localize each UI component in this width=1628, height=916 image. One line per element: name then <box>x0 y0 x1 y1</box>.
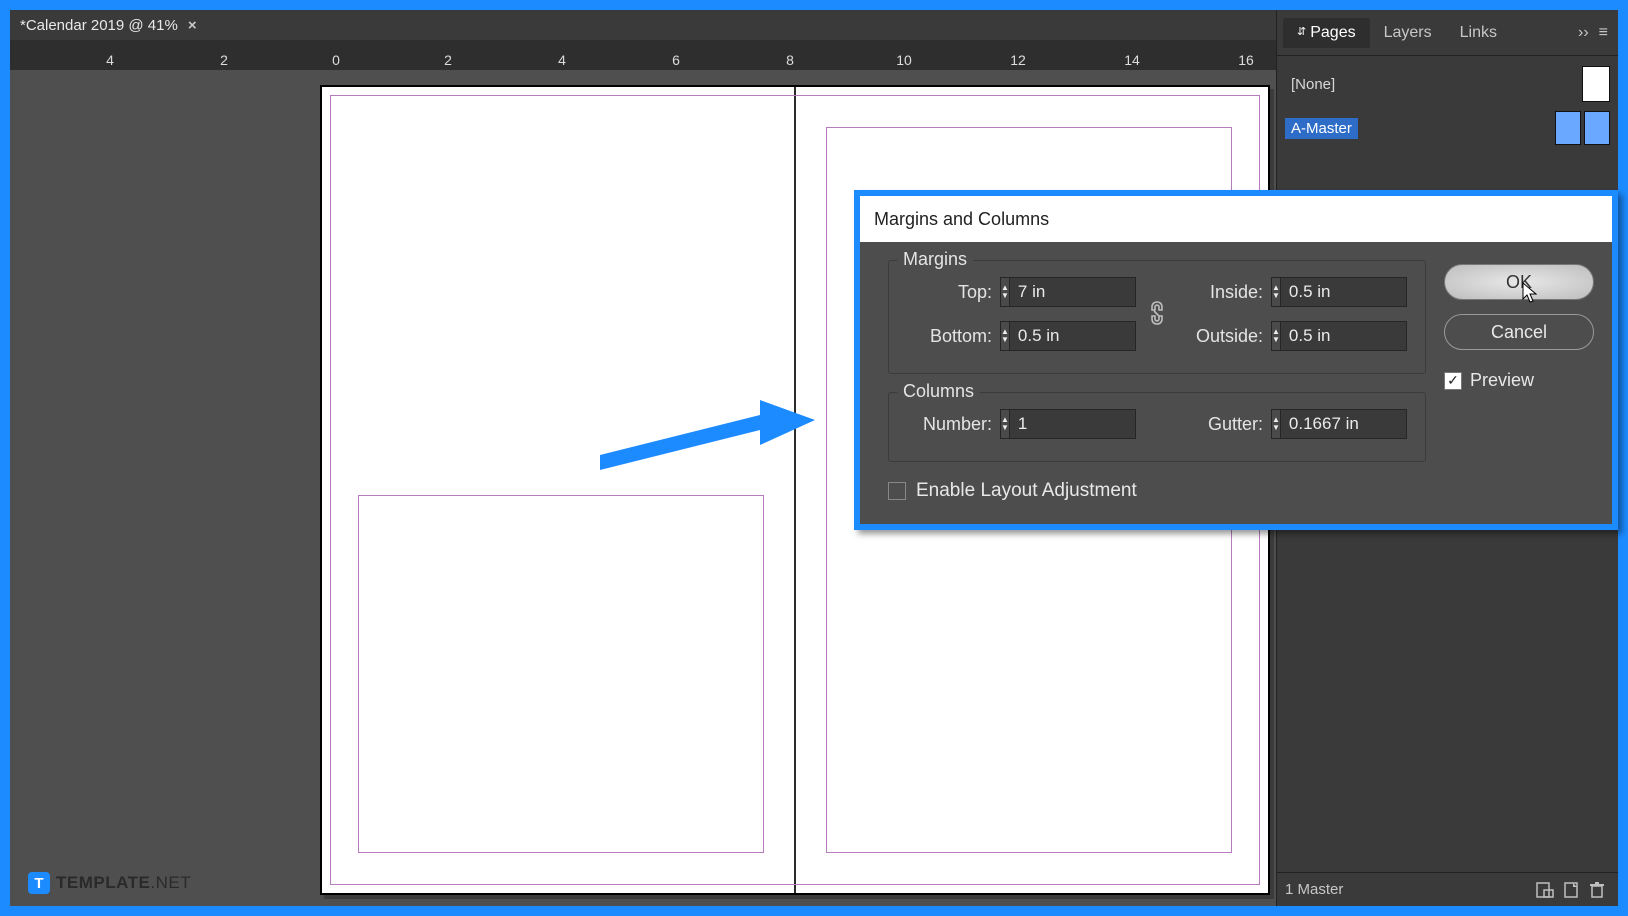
ruler-mark: 2 <box>220 52 228 68</box>
inside-label: Inside: <box>1210 282 1263 303</box>
document-tab-title: *Calendar 2019 @ 41% <box>20 17 178 34</box>
master-amaster-thumb[interactable] <box>1555 111 1610 145</box>
document-tab[interactable]: *Calendar 2019 @ 41% × <box>10 11 207 39</box>
gutter-label: Gutter: <box>1208 414 1263 435</box>
preview-checkbox[interactable]: ✓ <box>1444 372 1462 390</box>
ruler-mark: 0 <box>332 52 340 68</box>
close-icon[interactable]: × <box>188 17 197 34</box>
tab-links[interactable]: Links <box>1446 18 1511 48</box>
ruler-mark: 2 <box>444 52 452 68</box>
dialog-title-bar[interactable]: Margins and Columns <box>860 196 1612 242</box>
ok-button[interactable]: OK <box>1444 264 1594 300</box>
ruler-mark: 8 <box>786 52 794 68</box>
watermark-logo: T <box>28 872 50 894</box>
spinner-icon[interactable]: ▲▼ <box>1001 322 1010 350</box>
margins-columns-dialog: Margins and Columns Margins Top: ▲▼ <box>854 190 1618 530</box>
columns-group: Columns Number: ▲▼ Gutter: ▲▼ <box>888 392 1426 462</box>
margin-top-input[interactable]: ▲▼ <box>1000 277 1136 307</box>
left-page[interactable] <box>322 87 794 893</box>
annotation-arrow <box>590 400 820 485</box>
margin-bottom-input[interactable]: ▲▼ <box>1000 321 1136 351</box>
number-label: Number: <box>923 414 992 435</box>
dialog-title: Margins and Columns <box>874 209 1049 230</box>
margins-group: Margins Top: ▲▼ Inside: <box>888 260 1426 374</box>
trash-icon[interactable] <box>1584 879 1610 901</box>
master-amaster-label[interactable]: A-Master <box>1285 118 1358 139</box>
columns-number-input[interactable]: ▲▼ <box>1000 409 1136 439</box>
ruler-mark: 4 <box>106 52 114 68</box>
horizontal-ruler: 4 2 0 2 4 6 8 10 12 14 16 <box>10 40 1284 70</box>
watermark-text2: .NET <box>150 873 191 892</box>
tab-pages-label: Pages <box>1310 24 1355 42</box>
edit-page-size-icon[interactable] <box>1532 879 1558 901</box>
columns-legend: Columns <box>897 381 980 402</box>
tab-layers[interactable]: Layers <box>1370 18 1446 48</box>
enable-layout-checkbox[interactable] <box>888 482 906 500</box>
master-none-thumb[interactable] <box>1582 66 1610 102</box>
new-page-icon[interactable] <box>1558 879 1584 901</box>
columns-gutter-field[interactable] <box>1281 414 1518 434</box>
spinner-icon[interactable]: ▲▼ <box>1272 410 1281 438</box>
spinner-icon[interactable]: ▲▼ <box>1001 410 1010 438</box>
sort-icon: ⇵ <box>1297 27 1306 38</box>
watermark: T TEMPLATE.NET <box>28 872 191 894</box>
panel-footer-label: 1 Master <box>1285 881 1343 898</box>
ruler-mark: 6 <box>672 52 680 68</box>
ruler-mark: 14 <box>1124 52 1140 68</box>
ruler-mark: 12 <box>1010 52 1026 68</box>
left-margin-guide <box>358 495 764 853</box>
master-none-label[interactable]: [None] <box>1285 74 1341 95</box>
enable-layout-label: Enable Layout Adjustment <box>916 480 1137 502</box>
spinner-icon[interactable]: ▲▼ <box>1001 278 1010 306</box>
bottom-label: Bottom: <box>930 326 992 347</box>
margin-outside-field[interactable] <box>1281 326 1518 346</box>
ruler-mark: 16 <box>1238 52 1254 68</box>
tab-pages[interactable]: ⇵ Pages <box>1283 18 1370 48</box>
preview-label: Preview <box>1470 370 1534 391</box>
spinner-icon[interactable]: ▲▼ <box>1272 322 1281 350</box>
ruler-mark: 4 <box>558 52 566 68</box>
outside-label: Outside: <box>1196 326 1263 347</box>
watermark-text1: TEMPLATE <box>56 873 150 892</box>
columns-gutter-input[interactable]: ▲▼ <box>1271 409 1407 439</box>
margins-legend: Margins <box>897 249 973 270</box>
cursor-icon <box>1521 281 1539 316</box>
top-label: Top: <box>958 282 992 303</box>
tab-links-label: Links <box>1460 24 1497 42</box>
link-margins-icon[interactable] <box>1148 300 1166 328</box>
margin-outside-input[interactable]: ▲▼ <box>1271 321 1407 351</box>
spinner-icon[interactable]: ▲▼ <box>1272 278 1281 306</box>
collapse-icon[interactable]: ›› <box>1572 24 1595 42</box>
tab-layers-label: Layers <box>1384 24 1432 42</box>
ruler-mark: 10 <box>896 52 912 68</box>
panel-menu-icon[interactable]: ≡ <box>1595 24 1618 42</box>
margin-inside-input[interactable]: ▲▼ <box>1271 277 1407 307</box>
